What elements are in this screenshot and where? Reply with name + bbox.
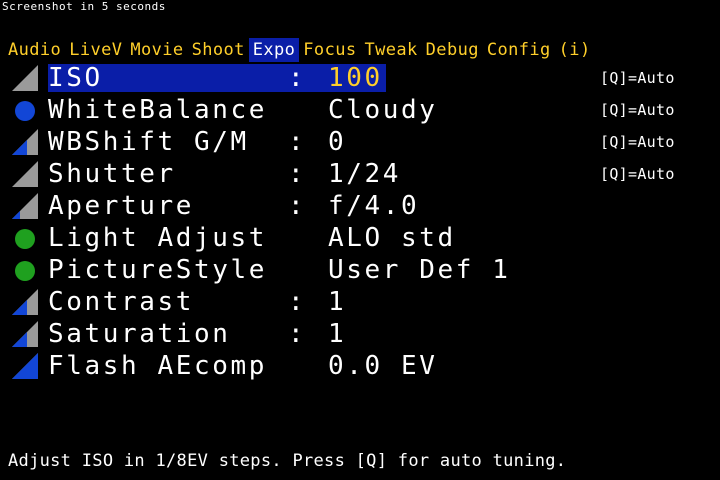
menu-item-label: Contrast xyxy=(48,287,195,317)
menu-item-aperture[interactable]: Aperture : f/4.0 xyxy=(0,190,720,222)
menu-item-wbshift[interactable]: WBShift G/M : 0 [Q]=Auto xyxy=(0,126,720,158)
separator: : xyxy=(288,159,304,189)
menu-item-shutter[interactable]: Shutter : 1/24 [Q]=Auto xyxy=(0,158,720,190)
menu-item-picturestyle[interactable]: PictureStyle User Def 1 xyxy=(0,254,720,286)
blue-triangle-icon xyxy=(12,353,38,379)
menu-item-label: Saturation xyxy=(48,319,231,349)
blue-gray-triangle-icon xyxy=(12,193,38,219)
menu-item-light-adjust[interactable]: Light Adjust ALO std xyxy=(0,222,720,254)
green-dot-icon xyxy=(15,261,35,281)
tab-audio[interactable]: Audio xyxy=(8,38,65,62)
menu-item-saturation[interactable]: Saturation : 1 xyxy=(0,318,720,350)
menu-item-value: 1/24 xyxy=(328,159,402,189)
tab-livev[interactable]: LiveV xyxy=(65,38,126,62)
separator: : xyxy=(288,287,304,317)
tab-shoot[interactable]: Shoot xyxy=(188,38,249,62)
menu-item-value: 100 xyxy=(328,63,383,93)
blue-triangle-icon xyxy=(12,129,38,155)
menu-item-value: f/4.0 xyxy=(328,191,420,221)
menu-item-label: ISO xyxy=(48,63,103,93)
tab-tweak[interactable]: Tweak xyxy=(360,38,421,62)
menu-item-value: Cloudy xyxy=(328,95,438,125)
menu-item-value: 0 xyxy=(328,127,347,157)
tab-config[interactable]: Config xyxy=(483,38,555,62)
blue-triangle-icon xyxy=(12,321,38,347)
q-auto-hint: [Q]=Auto xyxy=(600,69,675,87)
menu-item-value: ALO std xyxy=(328,223,456,253)
tab-movie[interactable]: Movie xyxy=(126,38,187,62)
q-auto-hint: [Q]=Auto xyxy=(600,165,675,183)
tab-info[interactable]: (i) xyxy=(555,38,595,62)
help-text: Adjust ISO in 1/8EV steps. Press [Q] for… xyxy=(8,451,567,471)
blue-triangle-icon xyxy=(12,289,38,315)
separator: : xyxy=(288,63,304,93)
menu-item-label: Light Adjust xyxy=(48,223,268,253)
menu-item-flash-aecomp[interactable]: Flash AEcomp 0.0 EV xyxy=(0,350,720,382)
green-dot-icon xyxy=(15,229,35,249)
menu-item-value: 1 xyxy=(328,319,347,349)
screenshot-countdown: Screenshot in 5 seconds xyxy=(2,0,166,13)
menu-item-label: Flash AEcomp xyxy=(48,351,268,381)
tab-debug[interactable]: Debug xyxy=(422,38,483,62)
tab-focus[interactable]: Focus xyxy=(299,38,360,62)
gray-triangle-icon xyxy=(12,161,38,187)
menu-item-label: PictureStyle xyxy=(48,255,268,285)
menu-item-value: 0.0 EV xyxy=(328,351,438,381)
menu-item-whitebalance[interactable]: WhiteBalance Cloudy [Q]=Auto xyxy=(0,94,720,126)
blue-dot-icon xyxy=(15,101,35,121)
menu-item-label: Aperture xyxy=(48,191,195,221)
menu-item-label: Shutter xyxy=(48,159,176,189)
menu-item-iso[interactable]: ISO : 100 [Q]=Auto xyxy=(0,62,720,94)
q-auto-hint: [Q]=Auto xyxy=(600,101,675,119)
q-auto-hint: [Q]=Auto xyxy=(600,133,675,151)
tab-expo[interactable]: Expo xyxy=(248,38,300,62)
menu-item-label: WBShift G/M xyxy=(48,127,249,157)
separator: : xyxy=(288,127,304,157)
separator: : xyxy=(288,319,304,349)
menu-item-value: 1 xyxy=(328,287,347,317)
separator: : xyxy=(288,191,304,221)
menu-tabs: Audio LiveV Movie Shoot Expo Focus Tweak… xyxy=(8,38,595,62)
menu-item-contrast[interactable]: Contrast : 1 xyxy=(0,286,720,318)
gray-triangle-icon xyxy=(12,65,38,91)
menu-item-value: User Def 1 xyxy=(328,255,511,285)
menu-item-label: WhiteBalance xyxy=(48,95,268,125)
